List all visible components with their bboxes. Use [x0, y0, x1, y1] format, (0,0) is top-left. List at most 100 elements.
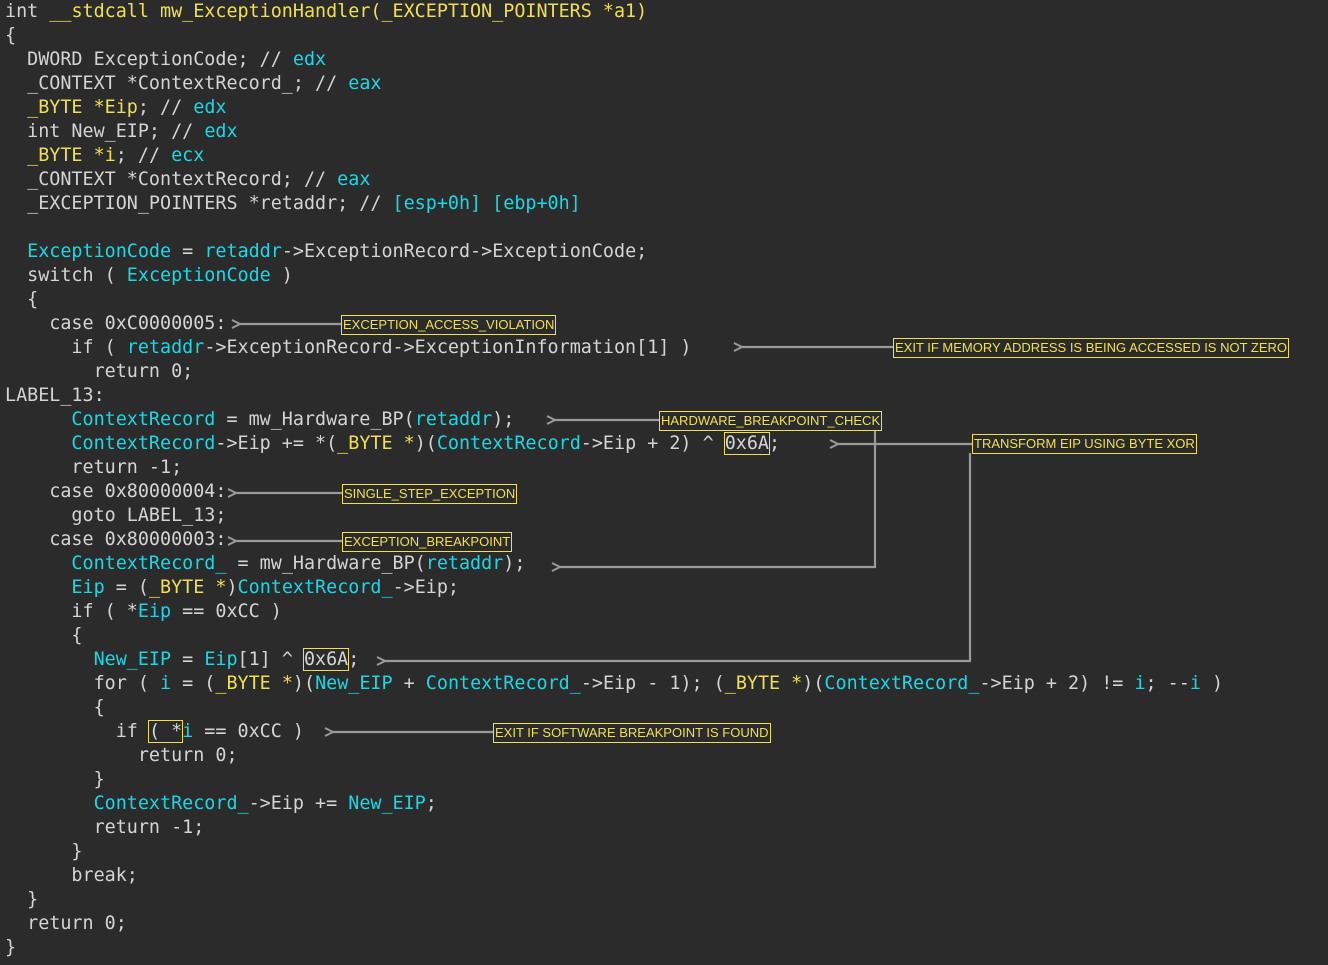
code-line[interactable]: _EXCEPTION_POINTERS *retaddr; // [esp+0h…	[5, 192, 581, 216]
code-line[interactable]: _BYTE *Eip; // edx	[5, 96, 226, 120]
code-token: )(	[414, 433, 437, 454]
code-line[interactable]: }	[5, 768, 105, 792]
highlighted-token: 0x6A	[723, 432, 771, 455]
code-line[interactable]: switch ( ExceptionCode )	[5, 264, 293, 288]
code-token: New_EIP	[315, 673, 393, 694]
code-token: [esp+0h] [ebp+0h]	[392, 193, 581, 214]
code-line[interactable]: int New_EIP; // edx	[5, 120, 237, 144]
code-line[interactable]: ContextRecord_ = mw_Hardware_BP(retaddr)…	[5, 552, 525, 576]
label-exit-software-breakpoint: EXIT IF SOFTWARE BREAKPOINT IS FOUND	[493, 723, 771, 743]
code-token: )	[1200, 673, 1224, 694]
code-token: _BYTE *i	[5, 145, 116, 166]
code-token: = mw_Hardware_BP(	[226, 553, 426, 574]
code-line[interactable]: _CONTEXT *ContextRecord_; // eax	[5, 72, 381, 96]
code-line[interactable]: Eip = (_BYTE *)ContextRecord_->Eip;	[5, 576, 459, 600]
code-token: i	[182, 721, 194, 742]
code-token: _BYTE *	[215, 673, 293, 694]
code-token: }	[5, 769, 105, 790]
code-line[interactable]: case 0x80000004:	[5, 480, 226, 504]
code-line[interactable]: break;	[5, 864, 137, 888]
code-token: +	[392, 673, 426, 694]
code-token: for (	[5, 673, 161, 694]
pseudocode-view[interactable]: int __stdcall mw_ExceptionHandler(_EXCEP…	[0, 0, 1328, 965]
label-exit-memory-access: EXIT IF MEMORY ADDRESS IS BEING ACCESSED…	[893, 338, 1290, 358]
code-token: _BYTE *	[724, 673, 803, 694]
code-line[interactable]: ExceptionCode = retaddr->ExceptionRecord…	[5, 240, 647, 264]
label-single-step-exception: SINGLE_STEP_EXCEPTION	[342, 484, 518, 504]
code-token: ;	[769, 433, 781, 454]
code-token: eax	[337, 169, 371, 190]
code-token: int New_EIP; //	[5, 121, 205, 142]
code-token: DWORD ExceptionCode; //	[5, 49, 293, 70]
code-line[interactable]: ContextRecord_->Eip += New_EIP;	[5, 792, 437, 816]
code-token: ContextRecord_	[824, 673, 980, 694]
code-line[interactable]: for ( i = (_BYTE *)(New_EIP + ContextRec…	[5, 672, 1224, 696]
code-token: retaddr	[414, 409, 493, 430]
code-token: ->Eip + 2) !=	[979, 673, 1135, 694]
code-token: }	[5, 889, 39, 910]
code-token: {	[5, 25, 17, 46]
code-token: retaddr	[425, 553, 504, 574]
label-exception-breakpoint: EXCEPTION_BREAKPOINT	[342, 532, 513, 552]
code-token: eax	[348, 73, 382, 94]
code-line[interactable]: if ( *i == 0xCC )	[5, 720, 304, 744]
code-line[interactable]: }	[5, 840, 83, 864]
code-token: _CONTEXT *ContextRecord; //	[5, 169, 338, 190]
code-line[interactable]: LABEL_13:	[5, 384, 105, 408]
code-token: ExceptionCode	[126, 265, 271, 286]
code-line[interactable]: ContextRecord = mw_Hardware_BP(retaddr);	[5, 408, 514, 432]
code-line[interactable]: return 0;	[5, 912, 127, 936]
code-line[interactable]: case 0x80000003:	[5, 528, 226, 552]
code-line[interactable]: goto LABEL_13;	[5, 504, 226, 528]
code-token: return 0;	[5, 361, 194, 382]
code-token: ; //	[115, 145, 172, 166]
label-exception-access-violation: EXCEPTION_ACCESS_VIOLATION	[341, 315, 557, 335]
code-line[interactable]: int __stdcall mw_ExceptionHandler(_EXCEP…	[5, 0, 647, 24]
code-token: ->ExceptionRecord->ExceptionCode;	[281, 241, 648, 262]
code-token: = (	[104, 577, 149, 598]
code-token: _EXCEPTION_POINTERS *retaddr; //	[5, 193, 393, 214]
code-token: ContextRecord_	[5, 793, 249, 814]
code-token: }	[5, 937, 17, 958]
code-line[interactable]: ContextRecord->Eip += *(_BYTE *)(Context…	[5, 432, 780, 456]
code-token: return 0;	[5, 745, 238, 766]
code-token: ->Eip - 1); (	[580, 673, 725, 694]
code-line[interactable]: _CONTEXT *ContextRecord; // eax	[5, 168, 370, 192]
code-line[interactable]: DWORD ExceptionCode; // edx	[5, 48, 326, 72]
code-token: __stdcall mw_ExceptionHandler(_EXCEPTION…	[49, 1, 648, 22]
code-token: goto LABEL_13;	[5, 505, 227, 526]
code-token: return -1;	[5, 817, 205, 838]
code-line[interactable]: New_EIP = Eip[1] ^ 0x6A;	[5, 648, 359, 672]
code-token: if ( *	[5, 601, 138, 622]
code-line[interactable]: {	[5, 624, 82, 648]
code-line[interactable]: case 0xC0000005:	[5, 312, 226, 336]
code-token: ecx	[171, 145, 205, 166]
code-line[interactable]: return 0;	[5, 744, 238, 768]
code-token: _BYTE *	[148, 577, 227, 598]
code-token: {	[5, 289, 39, 310]
code-line[interactable]: return 0;	[5, 360, 194, 384]
code-line[interactable]: {	[5, 696, 105, 720]
code-line[interactable]: return -1;	[5, 816, 205, 840]
code-token: ExceptionCode	[5, 241, 172, 262]
code-token: _CONTEXT *ContextRecord_; //	[5, 73, 349, 94]
code-token: )(	[802, 673, 825, 694]
code-token: =	[171, 241, 205, 262]
code-token: ContextRecord	[5, 433, 216, 454]
code-token: }	[5, 841, 83, 862]
code-line[interactable]: _BYTE *i; // ecx	[5, 144, 204, 168]
code-token: =	[171, 649, 205, 670]
code-token: = mw_Hardware_BP(	[215, 409, 415, 430]
code-line[interactable]: if ( *Eip == 0xCC )	[5, 600, 281, 624]
code-line[interactable]: {	[5, 288, 38, 312]
code-token: LABEL_13:	[5, 385, 105, 406]
code-token: retaddr	[204, 241, 282, 262]
code-line[interactable]: if ( retaddr->ExceptionRecord->Exception…	[5, 336, 691, 360]
code-line[interactable]: }	[5, 888, 38, 912]
code-line[interactable]: {	[5, 24, 16, 48]
code-token: switch (	[5, 265, 127, 286]
code-line[interactable]: return -1;	[5, 456, 182, 480]
code-line[interactable]: }	[5, 936, 16, 960]
code-token: = (	[171, 673, 216, 694]
code-token: int	[5, 1, 50, 22]
